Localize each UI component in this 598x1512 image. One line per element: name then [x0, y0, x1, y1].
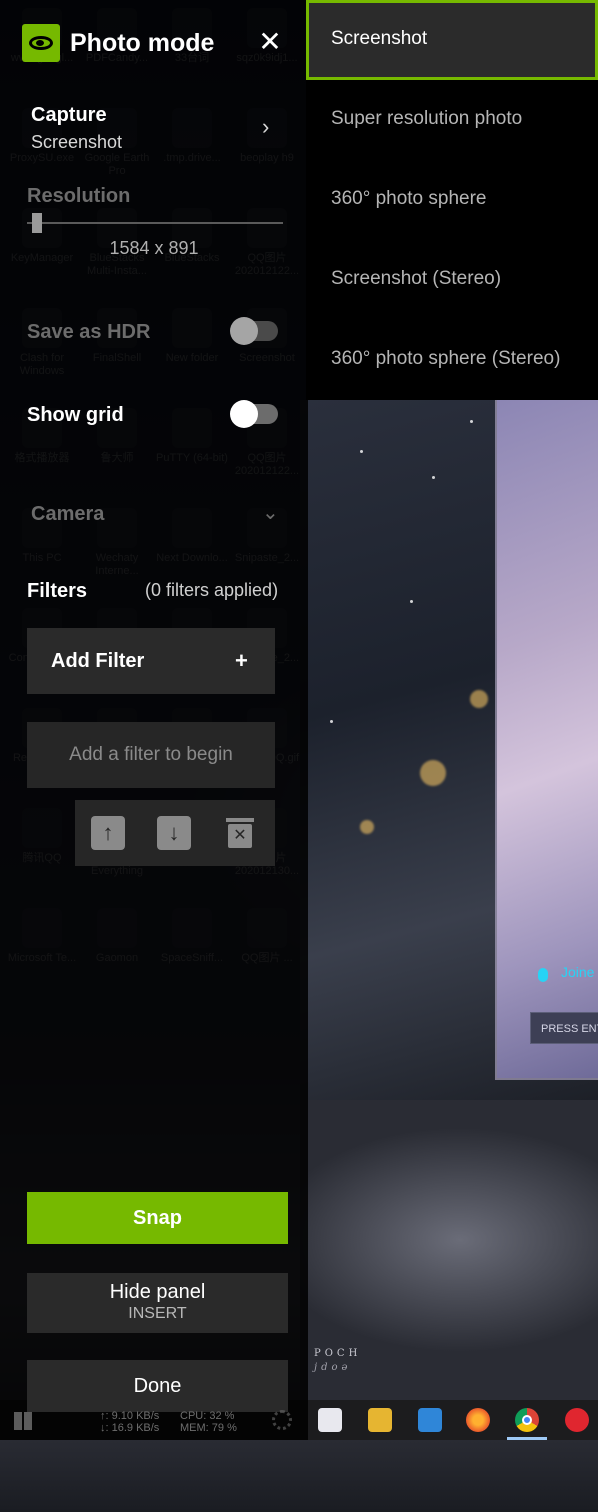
trash-icon[interactable]: ✕	[223, 816, 257, 850]
file-explorer-icon[interactable]	[368, 1408, 392, 1432]
hide-panel-label: Hide panel	[109, 1281, 206, 1303]
toggle-knob	[230, 400, 258, 428]
windows-start-icon[interactable]	[14, 1412, 32, 1430]
wallpaper-star	[360, 450, 363, 453]
capture-mode-menu: Screenshot Super resolution photo 360° p…	[306, 0, 598, 400]
chevron-down-icon: ⌄	[262, 502, 279, 524]
capture-option[interactable]: Screenshot	[306, 0, 598, 80]
nvidia-logo-icon	[22, 24, 60, 62]
capture-option[interactable]: 360° photo sphere	[306, 160, 598, 240]
hide-panel-shortcut: INSERT	[128, 1305, 187, 1322]
wallpaper-star	[432, 476, 435, 479]
add-filter-button[interactable]: Add Filter +	[27, 628, 275, 694]
capture-option-label: 360° photo sphere (Stereo)	[331, 348, 561, 369]
filters-label: Filters	[27, 580, 88, 602]
trash-bin: ✕	[228, 824, 252, 848]
move-down-icon[interactable]: ↓	[157, 816, 191, 850]
wallpaper-epoch-text-mirrored: jdoǝ	[314, 1362, 352, 1373]
net-upload: ↑: 9.10 KB/s	[100, 1410, 160, 1422]
capture-option-label: 360° photo sphere	[331, 188, 487, 209]
capture-option[interactable]: Super resolution photo	[306, 80, 598, 160]
add-filter-label: Add Filter	[51, 650, 145, 672]
capture-selector[interactable]: Capture Screenshot ›	[0, 100, 308, 160]
netease-music-icon[interactable]	[565, 1408, 589, 1432]
resolution-value: 1584 x 891	[109, 238, 199, 258]
move-up-icon[interactable]: ↑	[91, 816, 125, 850]
resolution-slider-thumb[interactable]	[31, 213, 42, 233]
chevron-right-icon: ›	[262, 114, 270, 139]
camera-label: Camera	[31, 503, 105, 525]
chrome-icon[interactable]	[515, 1408, 539, 1432]
snap-button[interactable]: Snap	[27, 1192, 288, 1244]
wallpaper-star	[330, 720, 333, 723]
filter-empty-slot: Add a filter to begin	[27, 722, 275, 788]
camera-section[interactable]: Camera ⌄	[0, 500, 308, 530]
network-speed: ↑: 9.10 KB/s ↓: 16.9 KB/s	[100, 1410, 159, 1434]
mem-usage: MEM: 79 %	[180, 1422, 237, 1434]
active-app-indicator	[507, 1437, 547, 1440]
store-icon[interactable]	[318, 1408, 342, 1432]
save-as-hdr-toggle[interactable]	[230, 317, 278, 345]
save-as-hdr-label: Save as HDR	[27, 321, 151, 343]
capture-option[interactable]: 360° photo sphere (Stereo)	[306, 320, 598, 400]
press-enter-box[interactable]: PRESS ENT	[530, 1012, 598, 1044]
voice-chat-text: Joine in cha	[561, 964, 598, 980]
wallpaper-star	[470, 420, 473, 423]
system-usage: CPU: 32 % MEM: 79 %	[180, 1410, 237, 1434]
net-download: ↓: 16.9 KB/s	[100, 1422, 160, 1434]
hide-panel-button[interactable]: Hide panel INSERT	[27, 1273, 288, 1333]
capture-option-label: Screenshot	[331, 28, 428, 49]
resolution-slider-track[interactable]	[27, 222, 283, 224]
capture-option[interactable]: Screenshot (Stereo)	[306, 240, 598, 320]
capture-option-label: Super resolution photo	[331, 108, 523, 129]
show-grid-toggle[interactable]	[230, 400, 278, 428]
firefox-icon[interactable]	[466, 1408, 490, 1432]
wallpaper-epoch-text: POCH	[314, 1348, 362, 1359]
wallpaper-city-light	[420, 760, 446, 786]
photo-mode-panel: Photo mode ✕ Capture Screenshot › Resolu…	[0, 0, 308, 1440]
wallpaper-city-light	[470, 690, 488, 708]
office-icon[interactable]	[418, 1408, 442, 1432]
plus-icon: +	[235, 648, 248, 673]
cpu-usage: CPU: 32 %	[180, 1410, 235, 1422]
show-grid-label: Show grid	[27, 404, 124, 426]
trash-lid	[226, 818, 254, 822]
toggle-knob	[230, 317, 258, 345]
settings-icon[interactable]	[272, 1410, 292, 1430]
done-button[interactable]: Done	[27, 1360, 288, 1412]
panel-title: Photo mode	[70, 29, 215, 57]
capture-option-label: Screenshot (Stereo)	[331, 268, 502, 289]
wallpaper-star	[410, 600, 413, 603]
capture-label: Capture	[31, 104, 107, 126]
wallpaper-city-light	[360, 820, 374, 834]
close-icon[interactable]: ✕	[256, 26, 284, 58]
filter-placeholder: Add a filter to begin	[69, 744, 233, 765]
resolution-label: Resolution	[27, 185, 131, 207]
capture-value: Screenshot	[31, 132, 123, 152]
filter-tools: ↑ ↓ ✕	[75, 800, 275, 866]
microphone-icon	[538, 968, 548, 982]
filters-count: (0 filters applied)	[145, 580, 279, 600]
